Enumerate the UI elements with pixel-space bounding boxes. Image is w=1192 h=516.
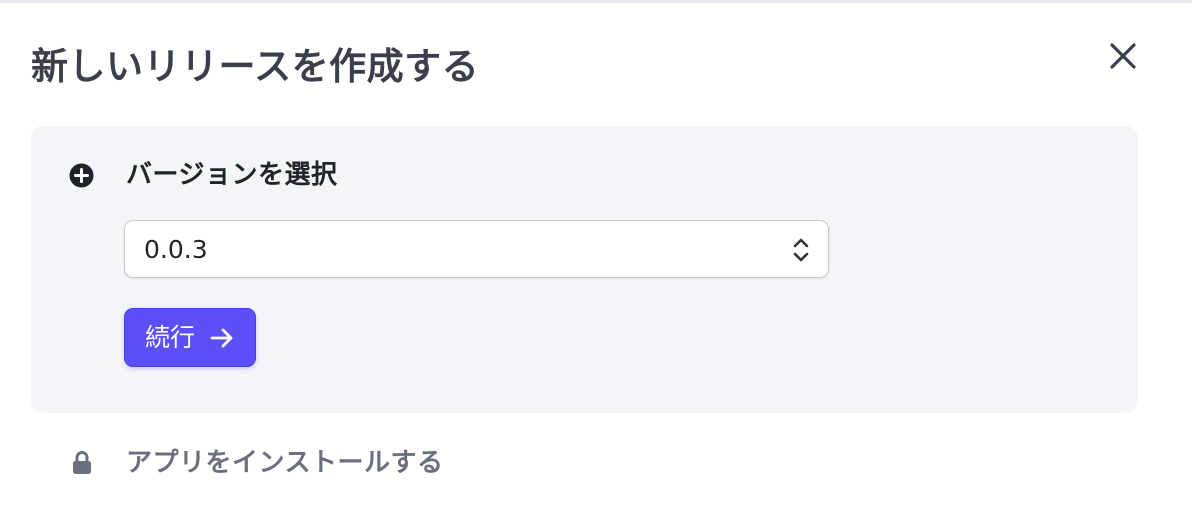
- step-title-select-version: バージョンを選択: [126, 160, 338, 190]
- arrow-right-icon: [209, 325, 235, 351]
- step-title-install-app: アプリをインストールする: [126, 448, 444, 478]
- close-button[interactable]: [1103, 38, 1143, 78]
- version-select-value: 0.0.3: [144, 235, 208, 264]
- chevron-up-down-icon: [790, 235, 812, 265]
- plus-circle-icon: [69, 163, 94, 188]
- close-icon: [1108, 41, 1138, 75]
- continue-button-label: 続行: [144, 322, 195, 352]
- top-divider: [0, 0, 1192, 3]
- lock-icon: [70, 450, 94, 476]
- version-select[interactable]: 0.0.3: [124, 220, 829, 278]
- dialog-title: 新しいリリースを作成する: [31, 45, 480, 88]
- continue-button[interactable]: 続行: [124, 308, 256, 367]
